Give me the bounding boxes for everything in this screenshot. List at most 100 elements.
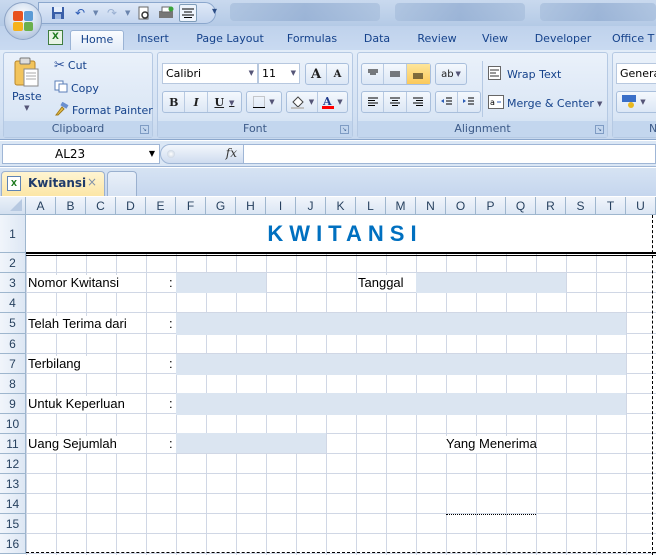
uang-sejumlah-input[interactable] <box>176 433 326 453</box>
row-header-11[interactable]: 11 <box>0 434 26 454</box>
column-header-k[interactable]: K <box>326 197 356 215</box>
bottom-align-button[interactable] <box>406 64 431 84</box>
doc-tab-kwitansi[interactable]: X Kwitansi × <box>1 171 105 196</box>
row-header-4[interactable]: 4 <box>0 293 26 313</box>
column-header-e[interactable]: E <box>146 197 176 215</box>
column-header-l[interactable]: L <box>356 197 386 215</box>
column-header-a[interactable]: A <box>26 197 56 215</box>
borders-button[interactable]: ▼ <box>246 91 282 113</box>
bold-button[interactable]: B <box>163 92 186 112</box>
align-icon[interactable] <box>179 4 197 22</box>
increase-indent-button[interactable] <box>458 92 480 112</box>
customize-qat-icon[interactable]: ▾ <box>212 6 217 17</box>
format-painter-button[interactable]: Format Painter <box>54 101 153 119</box>
cut-button[interactable]: ✂ Cut <box>54 58 87 73</box>
accounting-format-button[interactable]: ▼ <box>616 91 656 113</box>
wrap-text-button[interactable]: Wrap Text <box>488 66 561 83</box>
row-header-14[interactable]: 14 <box>0 494 26 514</box>
shrink-font-button[interactable]: A <box>327 64 348 84</box>
column-header-u[interactable]: U <box>626 197 656 215</box>
orientation-button[interactable]: ab ▼ <box>435 63 467 85</box>
redo-dropdown-icon[interactable]: ▼ <box>125 9 131 17</box>
chevron-down-icon[interactable]: ▼ <box>291 64 296 83</box>
copy-button[interactable]: Copy <box>54 80 99 96</box>
row-header-7[interactable]: 7 <box>0 354 26 374</box>
tanggal-input[interactable] <box>416 273 566 293</box>
formula-input[interactable] <box>244 144 656 164</box>
tab-page-layout[interactable]: Page Layout <box>190 30 270 50</box>
row-header-9[interactable]: 9 <box>0 394 26 414</box>
column-header-b[interactable]: B <box>56 197 86 215</box>
row-header-13[interactable]: 13 <box>0 474 26 494</box>
chevron-down-icon[interactable]: ▼ <box>149 145 155 163</box>
quick-print-icon[interactable] <box>157 4 175 22</box>
terbilang-input[interactable] <box>176 354 626 375</box>
align-left-button[interactable] <box>362 92 385 112</box>
row-header-5[interactable]: 5 <box>0 313 26 334</box>
row-header-12[interactable]: 12 <box>0 454 26 474</box>
font-size-combo[interactable]: 11 ▼ <box>258 63 300 84</box>
row-header-6[interactable]: 6 <box>0 334 26 354</box>
tab-office-tab[interactable]: Office T <box>612 30 656 50</box>
column-header-n[interactable]: N <box>416 197 446 215</box>
new-tab-button[interactable] <box>107 171 137 196</box>
close-icon[interactable]: × <box>87 175 97 189</box>
font-dialog-launcher-icon[interactable]: ↘ <box>340 125 349 134</box>
column-header-m[interactable]: M <box>386 197 416 215</box>
column-header-g[interactable]: G <box>206 197 236 215</box>
name-box[interactable]: AL23 ▼ <box>2 144 160 164</box>
select-all-button[interactable] <box>0 197 26 215</box>
telah-terima-dari-input[interactable] <box>176 313 626 335</box>
office-button[interactable] <box>4 2 42 40</box>
column-header-t[interactable]: T <box>596 197 626 215</box>
column-header-c[interactable]: C <box>86 197 116 215</box>
cell-area[interactable]: KWITANSI Nomor Kwitansi : Tanggal Telah … <box>26 215 656 555</box>
decrease-indent-button[interactable] <box>436 92 459 112</box>
row-header-3[interactable]: 3 <box>0 273 26 293</box>
column-header-q[interactable]: Q <box>506 197 536 215</box>
column-header-f[interactable]: F <box>176 197 206 215</box>
tab-view[interactable]: View <box>476 30 514 50</box>
column-header-o[interactable]: O <box>446 197 476 215</box>
paste-dropdown-icon[interactable]: ▼ <box>24 104 29 112</box>
tab-insert[interactable]: Insert <box>130 30 176 50</box>
nomor-kwitansi-input[interactable] <box>176 273 266 293</box>
font-name-combo[interactable]: Calibri ▼ <box>162 63 258 84</box>
align-right-button[interactable] <box>407 92 430 112</box>
alignment-dialog-launcher-icon[interactable]: ↘ <box>595 125 604 134</box>
column-header-h[interactable]: H <box>236 197 266 215</box>
row-header-16[interactable]: 16 <box>0 534 26 554</box>
paste-button[interactable]: Paste ▼ <box>12 57 42 112</box>
redo-icon[interactable]: ↷ <box>103 4 121 22</box>
undo-dropdown-icon[interactable]: ▼ <box>93 9 99 17</box>
tab-home[interactable]: Home <box>70 30 124 50</box>
number-format-combo[interactable]: General <box>616 63 656 84</box>
resize-handle[interactable] <box>167 150 175 158</box>
print-preview-icon[interactable] <box>135 4 153 22</box>
column-header-r[interactable]: R <box>536 197 566 215</box>
tab-review[interactable]: Review <box>412 30 462 50</box>
untuk-keperluan-input[interactable] <box>176 393 626 415</box>
font-color-button[interactable]: A ▼ <box>318 92 347 112</box>
column-header-j[interactable]: J <box>296 197 326 215</box>
grow-font-button[interactable]: A <box>306 64 328 84</box>
tab-formulas[interactable]: Formulas <box>280 30 344 50</box>
insert-function-button[interactable]: fx <box>226 146 237 160</box>
chevron-down-icon[interactable]: ▼ <box>597 100 602 108</box>
italic-button[interactable]: I <box>185 92 208 112</box>
column-header-i[interactable]: I <box>266 197 296 215</box>
chevron-down-icon[interactable]: ▼ <box>249 64 254 83</box>
row-header-2[interactable]: 2 <box>0 253 26 273</box>
clipboard-dialog-launcher-icon[interactable]: ↘ <box>140 125 149 134</box>
undo-icon[interactable]: ↶ <box>71 4 89 22</box>
row-header-8[interactable]: 8 <box>0 374 26 394</box>
column-header-p[interactable]: P <box>476 197 506 215</box>
column-header-d[interactable]: D <box>116 197 146 215</box>
save-icon[interactable] <box>49 4 67 22</box>
chevron-down-icon[interactable]: ▼ <box>229 92 234 112</box>
row-header-15[interactable]: 15 <box>0 514 26 534</box>
sheet-title[interactable]: KWITANSI <box>26 215 656 253</box>
merge-center-button[interactable]: a Merge & Center ▼ <box>488 95 602 112</box>
top-align-button[interactable] <box>362 64 385 84</box>
tab-developer[interactable]: Developer <box>530 30 596 50</box>
